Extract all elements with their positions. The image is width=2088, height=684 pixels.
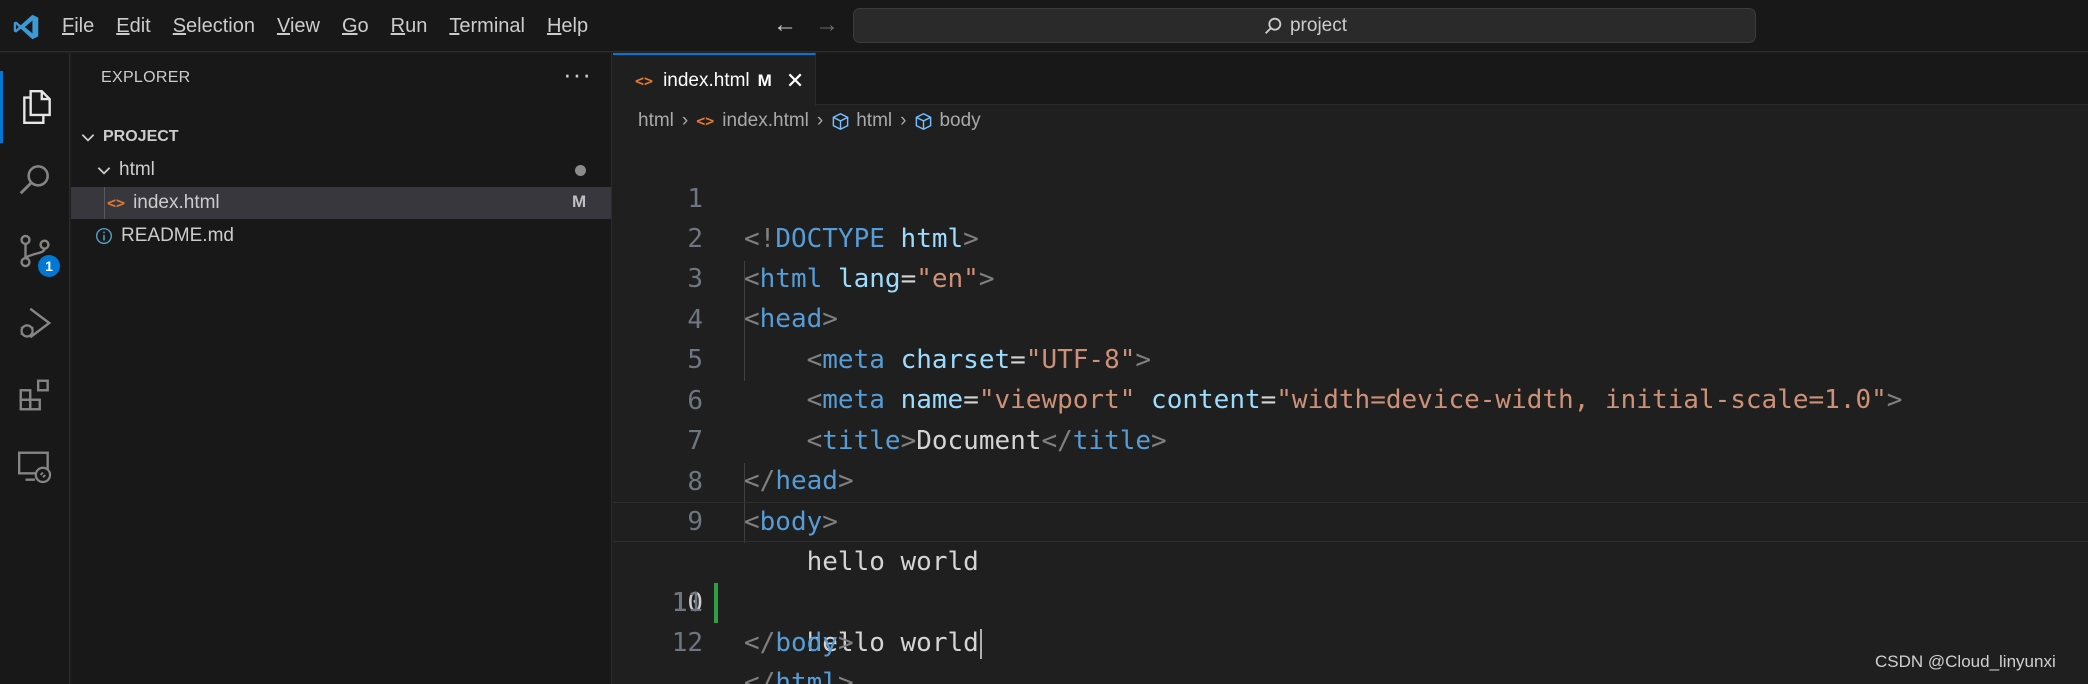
breadcrumb-element-body[interactable]: body [939, 110, 980, 132]
code-line: 3 <head> [613, 219, 2088, 334]
code-line: 12 </html> [613, 583, 2088, 684]
watermark: CSDN @Cloud_linyunxi [1875, 652, 2056, 671]
menu-view[interactable]: View [277, 15, 320, 38]
remote-explorer-activity[interactable] [0, 431, 70, 503]
code-line: 4 <meta charset="UTF-8"> [613, 260, 2088, 375]
command-center-search[interactable]: project [853, 8, 1756, 43]
text-cursor [979, 628, 982, 659]
code-line: 5 <meta name="viewport" content="width=d… [613, 300, 2088, 415]
symbol-element-icon [832, 112, 849, 130]
indent-guide [104, 187, 105, 219]
project-name: PROJECT [103, 128, 179, 145]
vscode-logo-icon [13, 14, 39, 40]
symbol-element-icon [916, 112, 932, 130]
breadcrumb: html › <> index.html › html › body [638, 108, 981, 134]
chevron-down-icon [81, 134, 95, 142]
breadcrumb-folder[interactable]: html [638, 110, 674, 132]
source-control-activity[interactable]: 1 [0, 215, 70, 287]
chevron-right-icon: › [681, 110, 689, 131]
menu-help[interactable]: Help [547, 15, 588, 38]
tree-folder-html[interactable]: html [71, 154, 611, 186]
explorer-sidebar: EXPLORER ··· PROJECT html <> index.html … [71, 53, 612, 684]
navigation-arrows: ← → [770, 12, 854, 40]
modified-dot [575, 165, 586, 176]
files-icon [22, 89, 51, 125]
extensions-activity[interactable] [0, 359, 70, 431]
code-line: 2 <html lang="en"> [613, 179, 2088, 294]
menu-selection[interactable]: Selection [173, 15, 255, 38]
forward-arrow-icon[interactable]: → [812, 12, 842, 40]
code-line-current: 10 hello world [613, 502, 2088, 659]
menu-file[interactable]: File [62, 15, 94, 38]
breadcrumb-element-html[interactable]: html [856, 110, 892, 132]
code-line: 6 <title>Document</title> [613, 341, 2088, 456]
file-status: M [572, 192, 587, 211]
source-control-badge: 1 [38, 255, 60, 277]
explorer-activity[interactable] [0, 71, 70, 143]
code-line: 8 <body> [613, 422, 2088, 537]
tab-label: index.html [663, 69, 750, 91]
folder-label: html [119, 159, 155, 180]
menu-bar: File Edit Selection View Go Run Terminal… [62, 0, 610, 52]
extensions-icon [19, 379, 49, 411]
menu-run[interactable]: Run [391, 15, 428, 38]
code-line: 1 <!DOCTYPE html> [613, 139, 2088, 254]
info-icon [95, 227, 113, 245]
search-activity[interactable] [0, 143, 70, 215]
editor-tabs: <> index.html M ✕ [613, 53, 2088, 106]
chevron-down-icon [97, 167, 111, 175]
menu-go[interactable]: Go [342, 15, 369, 38]
html-file-icon: <> [696, 112, 715, 130]
chevron-right-icon: › [900, 110, 907, 131]
run-debug-activity[interactable] [0, 287, 70, 359]
file-label: index.html [133, 192, 220, 213]
run-debug-icon [20, 307, 52, 339]
remote-explorer-icon [17, 451, 52, 484]
code-line: 7 </head> [613, 381, 2088, 496]
code-line: 11 </body> [613, 543, 2088, 658]
close-icon[interactable]: ✕ [786, 68, 804, 94]
tree-file-readme[interactable]: README.md [71, 220, 611, 252]
line-number: 12 [671, 628, 703, 658]
chevron-right-icon: › [816, 110, 824, 131]
readme-label: README.md [121, 225, 234, 246]
activity-bar: 1 [0, 53, 70, 684]
back-arrow-icon[interactable]: ← [770, 12, 800, 40]
search-icon [19, 165, 49, 195]
tree-file-index-html[interactable]: <> index.html M [71, 187, 611, 219]
breadcrumb-file[interactable]: index.html [722, 110, 809, 132]
menu-terminal[interactable]: Terminal [449, 15, 525, 38]
code-line: 9 hello world [613, 462, 2088, 577]
html-file-icon: <> [635, 71, 654, 90]
tab-index-html[interactable]: <> index.html M ✕ [613, 53, 816, 106]
search-text: project [1289, 14, 1348, 36]
menu-edit[interactable]: Edit [116, 15, 150, 38]
search-icon [1265, 17, 1282, 34]
more-actions-icon[interactable]: ··· [563, 59, 592, 90]
html-file-icon: <> [107, 194, 126, 212]
project-section-header[interactable]: PROJECT [71, 121, 611, 153]
tab-status: M [757, 70, 772, 90]
explorer-title: EXPLORER [101, 69, 191, 86]
title-bar: File Edit Selection View Go Run Terminal… [0, 0, 2088, 52]
